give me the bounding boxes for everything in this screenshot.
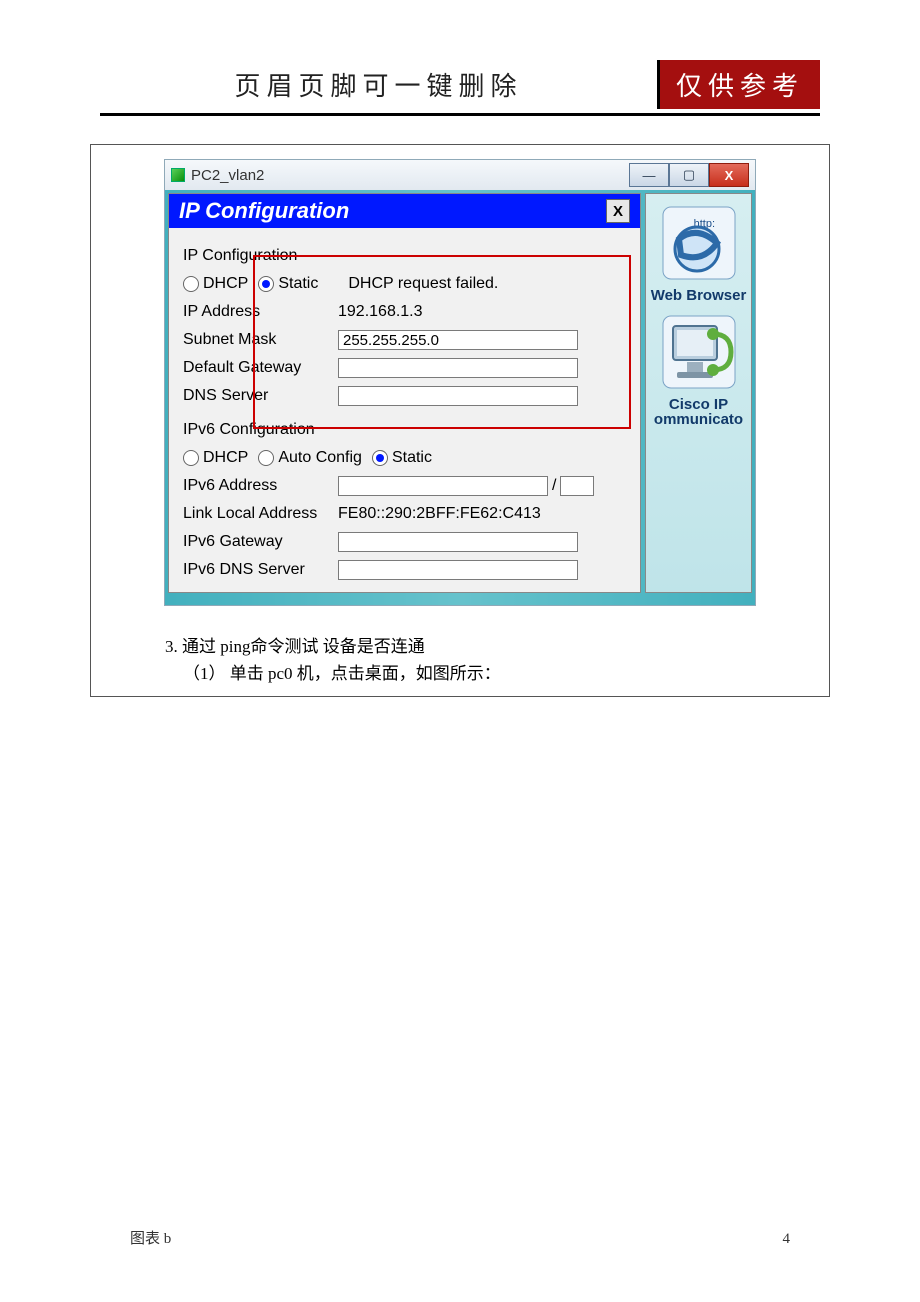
- minimize-button[interactable]: —: [629, 163, 669, 187]
- default-gateway-label: Default Gateway: [183, 359, 338, 377]
- ipv4-dhcp-label: DHCP: [203, 275, 248, 293]
- ipv6-section: IPv6 Configuration DHCP Auto Config Stat…: [183, 418, 626, 582]
- dns-server-input[interactable]: [338, 386, 578, 406]
- ipv4-section-label: IP Configuration: [183, 247, 297, 265]
- ipv6-prefix-slash: /: [552, 477, 556, 495]
- ipv6-dns-label: IPv6 DNS Server: [183, 561, 338, 579]
- ipv4-status-message: DHCP request failed.: [348, 275, 498, 293]
- ipv6-dhcp-radio[interactable]: DHCP: [183, 449, 248, 467]
- ipv6-static-radio[interactable]: Static: [372, 449, 432, 467]
- footer-right: 4: [783, 1231, 791, 1248]
- ipv6-address-input[interactable]: [338, 476, 548, 496]
- panel-close-button[interactable]: X: [606, 199, 630, 223]
- header-rule: [100, 113, 820, 116]
- header-title: 页眉页脚可一键删除: [100, 60, 657, 109]
- app-icon: [171, 168, 185, 182]
- figure-captions: 3. 通过 ping命令测试 设备是否连通 （1） 单击 pc0 机，点击桌面，…: [165, 632, 755, 684]
- web-browser-label: Web Browser: [651, 288, 747, 303]
- ip-address-value: 192.168.1.3: [338, 303, 423, 321]
- web-browser-icon[interactable]: http:: [656, 200, 742, 286]
- ipv6-dns-input[interactable]: [338, 560, 578, 580]
- ipv4-static-label: Static: [278, 275, 318, 293]
- close-button[interactable]: X: [709, 163, 749, 187]
- window-titlebar: PC2_vlan2 — ▢ X: [165, 160, 755, 190]
- maximize-button[interactable]: ▢: [669, 163, 709, 187]
- panel-title-text: IP Configuration: [179, 198, 349, 224]
- window-title: PC2_vlan2: [191, 167, 264, 184]
- cisco-ip-communicator-icon[interactable]: [656, 309, 742, 395]
- apps-sidebar: http: Web Browser: [645, 193, 752, 593]
- ipv6-autoconfig-radio[interactable]: Auto Config: [258, 449, 362, 467]
- ipv6-section-label: IPv6 Configuration: [183, 421, 315, 439]
- dns-server-label: DNS Server: [183, 387, 338, 405]
- app-window: PC2_vlan2 — ▢ X IP Configuration X: [164, 159, 756, 606]
- header-badge: 仅供参考: [660, 60, 820, 109]
- cisco-ip-communicator-label: Cisco IP ommunicato: [646, 397, 751, 427]
- ipv6-address-label: IPv6 Address: [183, 477, 338, 495]
- figure-frame: PC2_vlan2 — ▢ X IP Configuration X: [90, 144, 830, 697]
- ipconfig-panel: IP Configuration X IP Configuration DHCP…: [168, 193, 641, 593]
- ip-address-label: IP Address: [183, 303, 338, 321]
- ipv6-prefix-input[interactable]: [560, 476, 594, 496]
- link-local-label: Link Local Address: [183, 505, 338, 523]
- ipv6-gateway-label: IPv6 Gateway: [183, 533, 338, 551]
- ipv6-autoconfig-label: Auto Config: [278, 449, 362, 467]
- panel-title: IP Configuration X: [169, 194, 640, 228]
- ipv6-gateway-input[interactable]: [338, 532, 578, 552]
- page-header: 页眉页脚可一键删除 仅供参考: [100, 60, 820, 116]
- subnet-mask-input[interactable]: [338, 330, 578, 350]
- link-local-value: FE80::290:2BFF:FE62:C413: [338, 505, 541, 523]
- default-gateway-input[interactable]: [338, 358, 578, 378]
- caption-line-2: （1） 单击 pc0 机，点击桌面，如图所示：: [165, 659, 755, 684]
- ipv4-static-radio[interactable]: Static: [258, 275, 318, 293]
- ipv6-static-label: Static: [392, 449, 432, 467]
- footer-left: 图表 b: [130, 1227, 171, 1248]
- subnet-mask-label: Subnet Mask: [183, 331, 338, 349]
- caption-line-1: 3. 通过 ping命令测试 设备是否连通: [165, 632, 755, 657]
- ipv4-section: IP Configuration DHCP Static DHCP reques…: [183, 244, 626, 408]
- ipv4-dhcp-radio[interactable]: DHCP: [183, 275, 248, 293]
- ipv6-dhcp-label: DHCP: [203, 449, 248, 467]
